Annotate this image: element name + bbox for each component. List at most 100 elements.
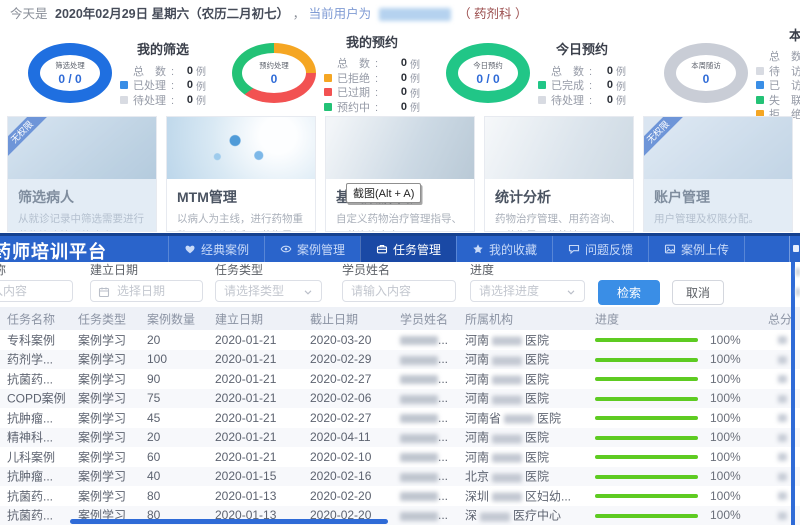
table-row[interactable]: 专科案例案例学习202020-01-212020-03-20...河南医院100…	[0, 330, 800, 350]
org-suffix: 医院	[525, 470, 549, 484]
redacted-text	[400, 453, 438, 462]
cell-case-count: 20	[147, 430, 160, 444]
donut-label: 本周随访	[691, 60, 720, 70]
cell-created-date: 2020-01-21	[215, 372, 276, 386]
filter-progress-input[interactable]	[470, 280, 585, 302]
department-label: （ 药剂科 ）	[458, 7, 527, 21]
table-row[interactable]: 抗肿瘤...案例学习402020-01-152020-02-16...北京医院1…	[0, 467, 800, 487]
cell-deadline-date: 2020-02-29	[310, 352, 371, 366]
column-header: 建立日期	[215, 310, 263, 327]
table-body: 专科案例案例学习202020-01-212020-03-20...河南医院100…	[0, 330, 800, 525]
org-suffix: 医院	[525, 450, 549, 464]
org-prefix: 河南	[465, 392, 489, 406]
tab-classic-cases[interactable]: 经典案例	[168, 236, 264, 262]
legend-unit: 例	[196, 63, 206, 78]
filter-student-name-input[interactable]	[342, 280, 456, 302]
tab-case-upload[interactable]: 案例上传	[648, 236, 745, 262]
cell-student-redacted: ...	[400, 469, 448, 483]
navbar: 药师培训平台 经典案例案例管理任务管理我的收藏问题反馈案例上传	[0, 233, 800, 262]
table-row[interactable]: 精神科...案例学习202020-01-212020-04-11...河南医院1…	[0, 428, 800, 448]
cell-student-redacted: ...	[400, 430, 448, 444]
student-ellipsis: ...	[438, 450, 448, 464]
today-label: 今天是	[10, 7, 48, 21]
cell-score-redacted	[778, 492, 787, 500]
card-base-data-maintenance[interactable]: 基础数据维护自定义药物治疗管理指导、用药咨询内容。截图(Alt + A)	[325, 116, 475, 232]
card-screen-patients[interactable]: 无权限筛选病人从就诊记录中筛选需要进行药物治疗管理的病人。	[7, 116, 157, 232]
legend-row: 总 数0例	[120, 63, 206, 78]
cell-task-type: 案例学习	[78, 468, 126, 485]
eye-icon	[280, 243, 292, 255]
stat-info: 我的预约总 数0例已拒绝0例已过期0例预约中0例	[324, 32, 420, 114]
legend-label: 待处理	[551, 92, 594, 108]
progress-percent: 100%	[710, 469, 741, 483]
org-suffix: 医院	[525, 372, 549, 386]
briefcase-icon	[376, 243, 388, 255]
no-permission-ribbon: 无权限	[643, 116, 685, 159]
cell-deadline-date: 2020-03-20	[310, 333, 371, 347]
table-row[interactable]: 抗肿瘤...案例学习452020-01-212020-02-27...河南省医院…	[0, 408, 800, 428]
tab-my-favorites[interactable]: 我的收藏	[456, 236, 552, 262]
cancel-button[interactable]: 取消	[672, 280, 724, 305]
legend-unit: 例	[410, 99, 420, 114]
progress-bar	[595, 475, 698, 479]
cell-task-type: 案例学习	[78, 409, 126, 426]
redacted-text	[400, 492, 438, 501]
filter-input-box	[470, 280, 585, 302]
card-account-management[interactable]: 无权限账户管理用户管理及权限分配。	[643, 116, 793, 232]
tab-case-management[interactable]: 案例管理	[264, 236, 360, 262]
cell-organization: 深圳区妇幼...	[465, 487, 571, 504]
cell-organization: 河南医院	[465, 370, 549, 387]
cell-created-date: 2020-01-15	[215, 469, 276, 483]
stat-title: 我的筛选	[120, 39, 206, 58]
tab-task-management[interactable]: 任务管理	[360, 236, 456, 262]
stat-title: 我的预约	[324, 32, 420, 51]
card-mtm-management[interactable]: MTM管理以病人为主线，进行药物重整、用药咨询和用药指导工作。	[166, 116, 316, 232]
cell-task-name: 精神科...	[7, 429, 53, 446]
progress-bar	[595, 494, 698, 498]
tab-label: 案例上传	[681, 241, 729, 258]
redacted-text	[400, 512, 438, 521]
legend-row: 总 数0例	[538, 63, 626, 78]
legend-row: 待 访0例	[756, 63, 800, 78]
progress-bar	[595, 358, 698, 362]
table-row[interactable]: 儿科案例案例学习602020-01-212020-02-10...河南医院100…	[0, 447, 800, 467]
column-header: 进度	[595, 310, 619, 327]
filter-created-date-input[interactable]	[90, 280, 203, 302]
cell-task-type: 案例学习	[78, 448, 126, 465]
redacted-text	[400, 395, 438, 404]
tab-label: 案例管理	[297, 241, 345, 258]
redacted-text	[400, 375, 438, 384]
legend-unit: 例	[616, 92, 626, 107]
table-row[interactable]: 抗菌药...案例学习902020-01-212020-02-27...河南医院1…	[0, 369, 800, 389]
table-row[interactable]: COPD案例案例学习752020-01-212020-02-06...河南医院1…	[0, 389, 800, 409]
cell-created-date: 2020-01-21	[215, 450, 276, 464]
cell-organization: 河南医院	[465, 351, 549, 368]
progress-percent: 100%	[710, 508, 741, 522]
filter-task-name-input[interactable]	[0, 280, 73, 302]
filter-label: 学员姓名	[342, 262, 456, 278]
filter-task-type-input[interactable]	[215, 280, 322, 302]
card-description: 以病人为主线，进行药物重整、用药咨询和用药指导工作。	[177, 211, 305, 232]
stats-row: 筛选处理0 / 0我的筛选总 数0例已处理0例待处理0例预约处理0我的预约总 数…	[0, 30, 800, 116]
cell-task-name: 抗菌药...	[7, 507, 53, 524]
donut-value: 0	[271, 72, 278, 86]
progress-percent: 100%	[710, 430, 741, 444]
edge-fragment	[796, 268, 800, 276]
search-button[interactable]: 检索	[598, 280, 660, 305]
cell-task-type: 案例学习	[78, 370, 126, 387]
org-suffix: 医疗中心	[513, 509, 561, 523]
org-prefix: 河南	[465, 450, 489, 464]
progress-percent: 100%	[710, 489, 741, 503]
student-ellipsis: ...	[438, 333, 448, 347]
table-row[interactable]: 抗菌药...案例学习802020-01-132020-02-20...深圳区妇幼…	[0, 486, 800, 506]
legend-row: 已拒绝0例	[324, 71, 420, 86]
legend-row: 待处理0例	[120, 92, 206, 107]
tab-feedback[interactable]: 问题反馈	[552, 236, 648, 262]
stat-title: 本周随访	[756, 25, 800, 44]
table-row[interactable]: 药剂学...案例学习1002020-01-212020-02-29...河南医院…	[0, 350, 800, 370]
org-prefix: 河南	[465, 431, 489, 445]
cell-organization: 河南 医院	[465, 448, 549, 465]
cell-task-type: 案例学习	[78, 331, 126, 348]
legend-row: 待处理0例	[538, 92, 626, 107]
card-statistics-analysis[interactable]: 统计分析药物治疗管理、用药咨询、用药指导工作统计。	[484, 116, 634, 232]
